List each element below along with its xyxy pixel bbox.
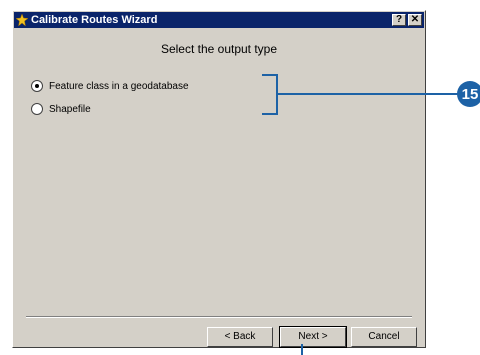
title-bar: Calibrate Routes Wizard ? ✕ [14,12,424,28]
next-leader-line [301,344,303,355]
option-geodatabase-label[interactable]: Feature class in a geodatabase [49,81,189,92]
back-button[interactable]: < Back [207,327,273,347]
window-title: Calibrate Routes Wizard [31,14,158,26]
page-heading: Select the output type [160,42,278,56]
separator [26,316,412,318]
callout-bracket-bottom [262,113,278,115]
option-shapefile-label[interactable]: Shapefile [49,104,91,115]
callout-leader-line [278,93,458,95]
help-button[interactable]: ? [392,14,406,26]
radio-geodatabase[interactable] [31,80,43,92]
option-shapefile[interactable]: Shapefile [31,102,189,116]
option-geodatabase[interactable]: Feature class in a geodatabase [31,79,189,93]
radio-shapefile[interactable] [31,103,43,115]
close-button[interactable]: ✕ [408,14,422,26]
wizard-dialog: Calibrate Routes Wizard ? ✕ Select the o… [12,10,426,348]
cancel-button[interactable]: Cancel [351,327,417,347]
wizard-icon [16,14,28,26]
output-type-options: Feature class in a geodatabase Shapefile [31,79,189,125]
next-button[interactable]: Next > [279,326,347,348]
radio-selected-dot [35,84,39,88]
callout-badge: 15 [457,81,480,107]
